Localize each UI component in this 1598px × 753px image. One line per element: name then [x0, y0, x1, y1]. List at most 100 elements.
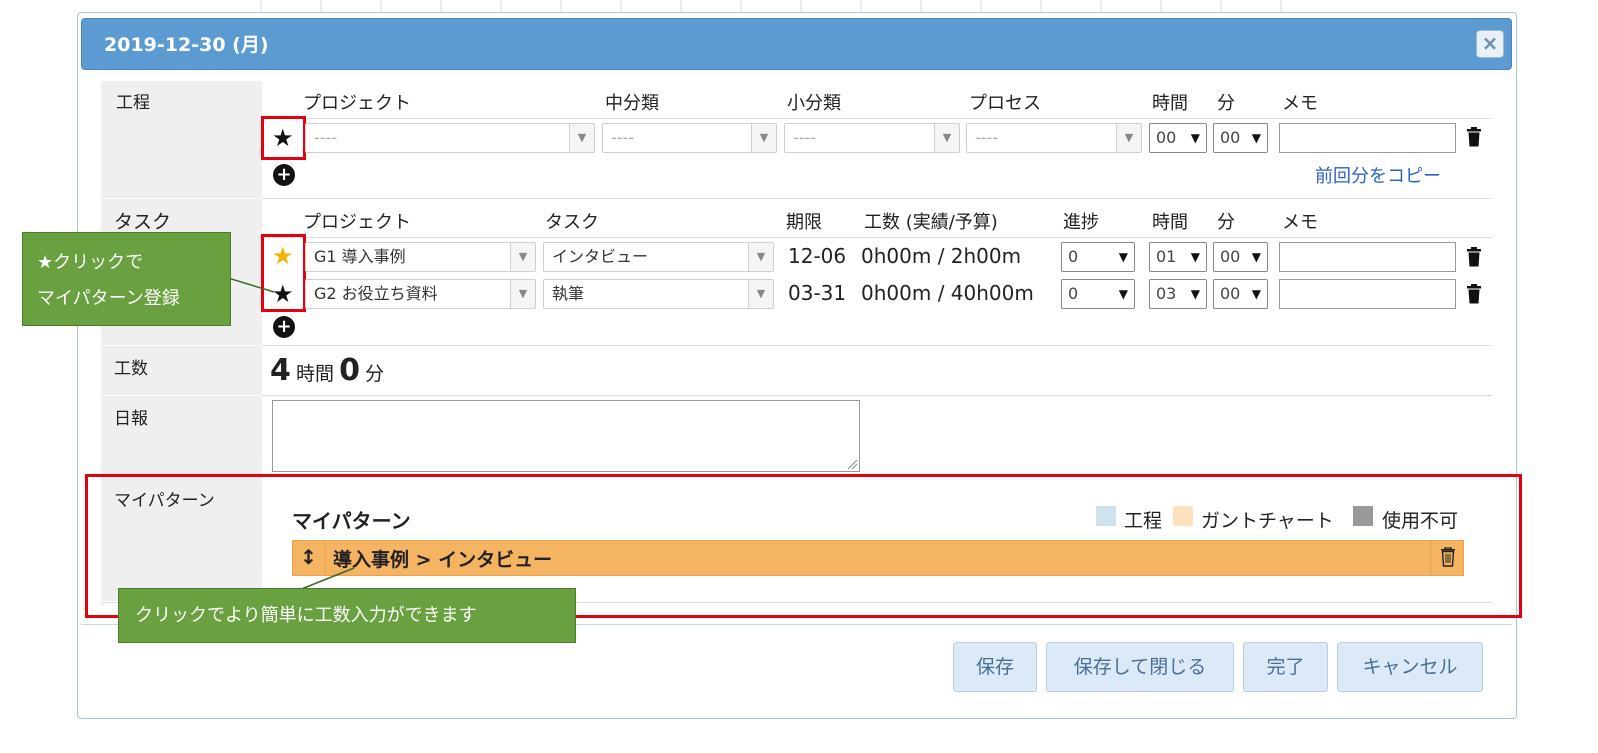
task-project-select[interactable]: G2 お役立ち資料 ▼ [305, 279, 536, 309]
sub-category-value: ---- [793, 128, 817, 147]
task-minutes-value: 00 [1220, 247, 1241, 266]
task-value: インタビュー [552, 247, 649, 266]
task-header-minutes: 分 [1217, 212, 1235, 233]
save-button[interactable]: 保存 [953, 642, 1037, 692]
task-hours-value: 03 [1156, 284, 1177, 303]
task-header-memo: メモ [1282, 212, 1318, 233]
task-minutes-select[interactable]: 00 ▼ [1213, 242, 1268, 272]
task-select[interactable]: インタビュー ▼ [543, 242, 774, 272]
task-progress-select[interactable]: 0 ▼ [1061, 279, 1135, 309]
effort-hours: 4 [270, 353, 291, 388]
chevron-down-icon: ▼ [748, 243, 773, 271]
task-hours-select[interactable]: 03 ▼ [1149, 279, 1207, 309]
effort-label: 工数 [114, 359, 148, 379]
process-project-select[interactable]: ---- ▼ [305, 123, 595, 153]
task-memo-input[interactable] [1279, 242, 1456, 272]
task-project-select[interactable]: G1 導入事例 ▼ [305, 242, 536, 272]
daily-report-textarea[interactable] [272, 400, 860, 472]
trash-icon[interactable] [1466, 284, 1482, 304]
save-close-button[interactable]: 保存して閉じる [1046, 642, 1234, 692]
header-underline [262, 118, 1492, 119]
process-header-sub-category: 小分類 [787, 93, 841, 114]
task-value: 執筆 [552, 284, 585, 303]
task-header-task: タスク [545, 212, 599, 233]
task-effort: 0h00m / 40h00m [861, 281, 1034, 305]
task-header-effort: 工数 (実績/予算) [864, 212, 998, 233]
sub-category-select[interactable]: ---- ▼ [784, 123, 960, 153]
task-header-progress: 進捗 [1063, 212, 1099, 233]
resize-handle-icon[interactable] [846, 458, 858, 470]
mid-category-select[interactable]: ---- ▼ [602, 123, 777, 153]
row-divider [262, 198, 1492, 199]
star-icon[interactable]: ★ [272, 124, 294, 152]
task-select[interactable]: 執筆 ▼ [543, 279, 774, 309]
chevron-down-icon: ▼ [569, 124, 594, 152]
task-project-value: G1 導入事例 [314, 247, 406, 266]
header-underline [262, 237, 1492, 238]
chevron-down-icon: ▼ [934, 124, 959, 152]
chevron-down-icon: ▼ [1251, 250, 1261, 264]
row-divider [262, 395, 1492, 396]
chevron-down-icon: ▼ [751, 124, 776, 152]
star-icon[interactable]: ★ [272, 242, 294, 270]
cancel-button[interactable]: キャンセル [1337, 642, 1483, 692]
chevron-down-icon: ▼ [1118, 250, 1128, 264]
process-minutes-select[interactable]: 00 ▼ [1213, 123, 1268, 153]
process-label: 工程 [116, 93, 150, 113]
daily-report-label: 日報 [114, 409, 148, 429]
trash-icon[interactable] [1466, 127, 1482, 147]
process-hours-select[interactable]: 00 ▼ [1149, 123, 1207, 153]
task-minutes-value: 00 [1220, 284, 1241, 303]
chevron-down-icon: ▼ [748, 280, 773, 308]
process-header-hours: 時間 [1152, 93, 1188, 114]
process-project-value: ---- [314, 128, 338, 147]
process-minutes-value: 00 [1220, 128, 1241, 147]
chevron-down-icon: ▼ [1190, 250, 1200, 264]
chevron-down-icon: ▼ [510, 243, 535, 271]
close-button[interactable]: × [1476, 30, 1504, 58]
callout-pointer-line [228, 277, 275, 293]
effort-minutes-unit: 分 [365, 363, 385, 385]
close-icon: × [1481, 31, 1499, 55]
process-header-memo: メモ [1282, 93, 1318, 114]
task-header-deadline: 期限 [786, 212, 822, 233]
mid-category-value: ---- [611, 128, 635, 147]
dialog-title-bar [81, 18, 1512, 70]
process-select[interactable]: ---- ▼ [966, 123, 1142, 153]
task-hours-value: 01 [1156, 247, 1177, 266]
task-progress-value: 0 [1068, 247, 1079, 266]
process-header-process: プロセス [969, 93, 1041, 114]
task-progress-select[interactable]: 0 ▼ [1061, 242, 1135, 272]
complete-button[interactable]: 完了 [1243, 642, 1328, 692]
trash-icon[interactable] [1466, 247, 1482, 267]
chevron-down-icon: ▼ [1118, 287, 1128, 301]
copy-previous-link[interactable]: 前回分をコピー [1315, 162, 1441, 188]
star-callout-line2: マイパターン登録 [37, 288, 180, 309]
task-progress-value: 0 [1068, 284, 1079, 303]
dialog-title: 2019-12-30 (月) [104, 34, 269, 56]
chevron-down-icon: ▼ [1116, 124, 1141, 152]
chevron-down-icon: ▼ [1190, 287, 1200, 301]
task-hours-select[interactable]: 01 ▼ [1149, 242, 1207, 272]
chevron-down-icon: ▼ [1190, 131, 1200, 145]
task-label: タスク [114, 211, 172, 233]
chevron-down-icon: ▼ [1251, 131, 1261, 145]
star-callout-line1: ★クリックで [37, 252, 144, 273]
process-header-project: プロジェクト [303, 93, 411, 114]
effort-minutes: 0 [339, 353, 360, 388]
effort-hours-unit: 時間 [295, 363, 334, 385]
process-memo-input[interactable] [1279, 123, 1456, 153]
chevron-down-icon: ▼ [1251, 287, 1261, 301]
process-header-mid-category: 中分類 [605, 93, 659, 114]
task-minutes-select[interactable]: 00 ▼ [1213, 279, 1268, 309]
row-divider [262, 345, 1492, 346]
task-header-hours: 時間 [1152, 212, 1188, 233]
task-memo-input[interactable] [1279, 279, 1456, 309]
add-process-row-icon[interactable]: + [273, 164, 295, 186]
task-header-project: プロジェクト [303, 212, 411, 233]
add-task-row-icon[interactable]: + [273, 316, 295, 338]
task-deadline: 03-31 [788, 281, 847, 305]
process-value: ---- [975, 128, 999, 147]
effort-total: 4 時間 0 分 [270, 353, 384, 388]
process-hours-value: 00 [1156, 128, 1177, 147]
